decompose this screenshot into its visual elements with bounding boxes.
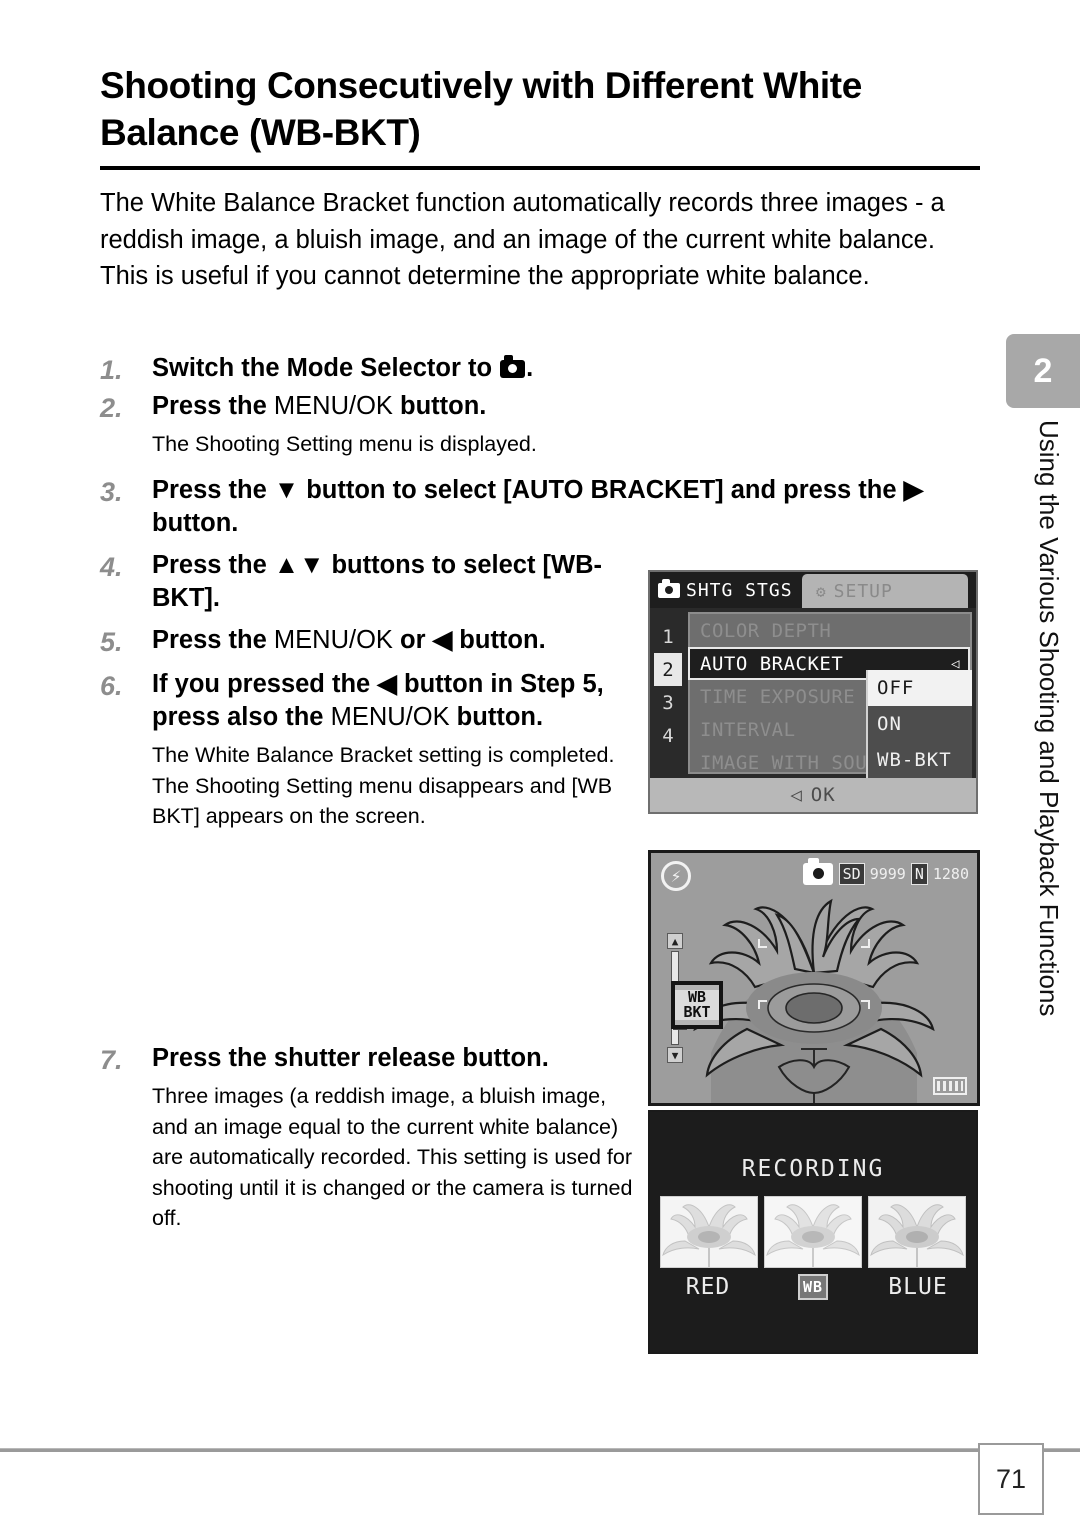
step-title: Press the ▲▼ buttons to select [WB-BKT].	[152, 550, 603, 613]
thumbnail-red	[660, 1196, 758, 1268]
battery-icon	[933, 1077, 967, 1095]
dropdown-option-wb-bkt: WB-BKT	[877, 749, 952, 771]
recording-title: RECORDING	[741, 1156, 885, 1182]
dropdown-option-off: OFF	[868, 670, 972, 706]
menu-ok-label: MENU/OK	[273, 625, 393, 654]
wrench-icon: ⚙	[816, 581, 826, 601]
dropdown-option-on: ON	[877, 713, 902, 735]
live-view-screenshot: ⚡ SD 9999 N 1280 ▲ ▼ WB BKT	[648, 850, 980, 1106]
label-red: RED	[685, 1274, 731, 1300]
step-note: The White Balance Bracket setting is com…	[152, 743, 615, 829]
step-note: Three images (a reddish image, a bluish …	[152, 1084, 633, 1231]
sd-card-indicator: SD	[838, 863, 865, 885]
page-number: 71	[978, 1443, 1044, 1515]
step-title: Press the ▼ button to select [AUTO BRACK…	[152, 476, 924, 538]
chapter-number: 2	[1033, 351, 1053, 390]
step-note: The Shooting Setting menu is displayed.	[152, 432, 537, 457]
wb-icon: WB	[798, 1274, 828, 1300]
step-number: 6.	[100, 670, 123, 701]
rail-number-4: 4	[662, 724, 674, 747]
recording-thumbnail-row	[660, 1196, 966, 1268]
step-number: 1.	[100, 355, 123, 385]
page-title-line1: Shooting Consecutively with Different Wh…	[100, 65, 862, 106]
step-title: Switch the Mode Selector to .	[152, 352, 990, 385]
remaining-shots-count: 9999	[869, 865, 906, 883]
shooting-setting-menu-screenshot: SHTG STGS ⚙ SETUP 1 2 3 4 COLOR DEPTH AU…	[648, 570, 978, 814]
manual-page: Shooting Consecutively with Different Wh…	[0, 0, 1080, 1528]
step-number: 3.	[100, 477, 123, 507]
picture-quality-badge: N	[910, 863, 928, 885]
menu-body: 1 2 3 4 COLOR DEPTH AUTO BRACKET ◁ TIME …	[650, 608, 976, 778]
rail-number-2: 2	[654, 653, 682, 686]
step-title: Press the MENU/OK or ◀ button.	[152, 624, 652, 657]
recording-label-row: RED WB BLUE	[660, 1274, 966, 1300]
menu-ok-label: MENU/OK	[273, 392, 393, 421]
intro-paragraph-2: This is useful if you cannot determine t…	[100, 262, 870, 291]
tab-setup-label: SETUP	[833, 580, 893, 602]
step-number: 5.	[100, 626, 123, 657]
thumbnail-wb	[764, 1196, 862, 1268]
menu-ok-bar: ◁ OK	[650, 778, 976, 812]
step-number: 2.	[100, 393, 123, 424]
chapter-tab: 2	[1006, 334, 1080, 408]
thumbnail-image	[765, 1197, 861, 1267]
camera-icon	[658, 578, 680, 598]
step-number: 7.	[100, 1044, 123, 1075]
menu-item-color-depth: COLOR DEPTH	[700, 619, 832, 642]
step-2-text-pre: Press the	[152, 392, 274, 421]
menu-page-rail: 1 2 3 4	[650, 608, 686, 778]
tab-setup: ⚙ SETUP	[802, 574, 968, 608]
label-wb-wrapper: WB	[765, 1274, 861, 1300]
step-5-text-pre: Press the	[152, 625, 274, 654]
step-3: 3. Press the ▼ button to select [AUTO BR…	[100, 474, 990, 541]
step-1-text-pre: Switch the Mode Selector to	[152, 354, 500, 382]
zoom-in-icon[interactable]: ▲	[667, 933, 683, 949]
step-number: 4.	[100, 551, 123, 582]
flash-off-icon: ⚡	[661, 861, 691, 891]
auto-bracket-dropdown: OFF ON WB-BKT	[866, 670, 972, 778]
chevron-left-icon: ◁	[790, 784, 803, 806]
step-1-text-post: .	[526, 354, 534, 382]
tab-shtg-stgs: SHTG STGS	[650, 572, 798, 608]
zoom-out-icon[interactable]: ▼	[667, 1047, 683, 1063]
flower-photo	[651, 853, 977, 1103]
menu-ok-label: MENU/OK	[330, 703, 450, 732]
wb-bkt-badge-line2: BKT	[675, 1005, 719, 1020]
step-2-text-post: button.	[392, 392, 487, 421]
page-title: Shooting Consecutively with Different Wh…	[100, 62, 980, 157]
intro-text: The White Balance Bracket function autom…	[100, 185, 990, 295]
step-5-text-post: or ◀ button.	[392, 625, 546, 654]
step-6-text-post: button.	[449, 703, 544, 732]
wb-bkt-badge: WB BKT	[671, 981, 723, 1029]
page-heading: Shooting Consecutively with Different Wh…	[100, 62, 980, 170]
step-title: If you pressed the ◀ button in Step 5, p…	[152, 668, 652, 735]
menu-item-auto-bracket-label: AUTO BRACKET	[700, 652, 844, 675]
recording-screenshot: RECORDING RED WB BLUE	[648, 1110, 978, 1354]
rail-number-3: 3	[662, 691, 674, 714]
step-1: 1. Switch the Mode Selector to .	[100, 352, 990, 388]
rail-number-1: 1	[662, 625, 674, 648]
step-title: Press the shutter release button.	[152, 1043, 549, 1072]
label-blue: BLUE	[888, 1274, 948, 1300]
thumbnail-image	[869, 1197, 965, 1267]
page-title-line2: Balance (WB-BKT)	[100, 112, 421, 154]
heading-divider	[100, 165, 980, 170]
thumbnail-image	[661, 1197, 757, 1267]
live-view-hud: SD 9999 N 1280	[838, 863, 969, 885]
footer-divider	[0, 1448, 1080, 1452]
intro-paragraph-1: The White Balance Bracket function autom…	[100, 189, 945, 254]
still-image-mode-icon	[803, 858, 833, 885]
image-size-indicator: 1280	[932, 865, 969, 883]
camera-mode-icon	[500, 355, 526, 378]
menu-tab-bar: SHTG STGS ⚙ SETUP	[650, 572, 976, 608]
tab-shtg-stgs-label: SHTG STGS	[686, 579, 793, 601]
chapter-title-vertical: Using the Various Shooting and Playback …	[1034, 420, 1064, 1017]
step-title: Press the MENU/OK button.	[152, 390, 990, 423]
thumbnail-blue	[868, 1196, 966, 1268]
step-2: 2. Press the MENU/OK button. The Shootin…	[100, 390, 990, 460]
menu-ok-bar-label: OK	[810, 784, 836, 806]
